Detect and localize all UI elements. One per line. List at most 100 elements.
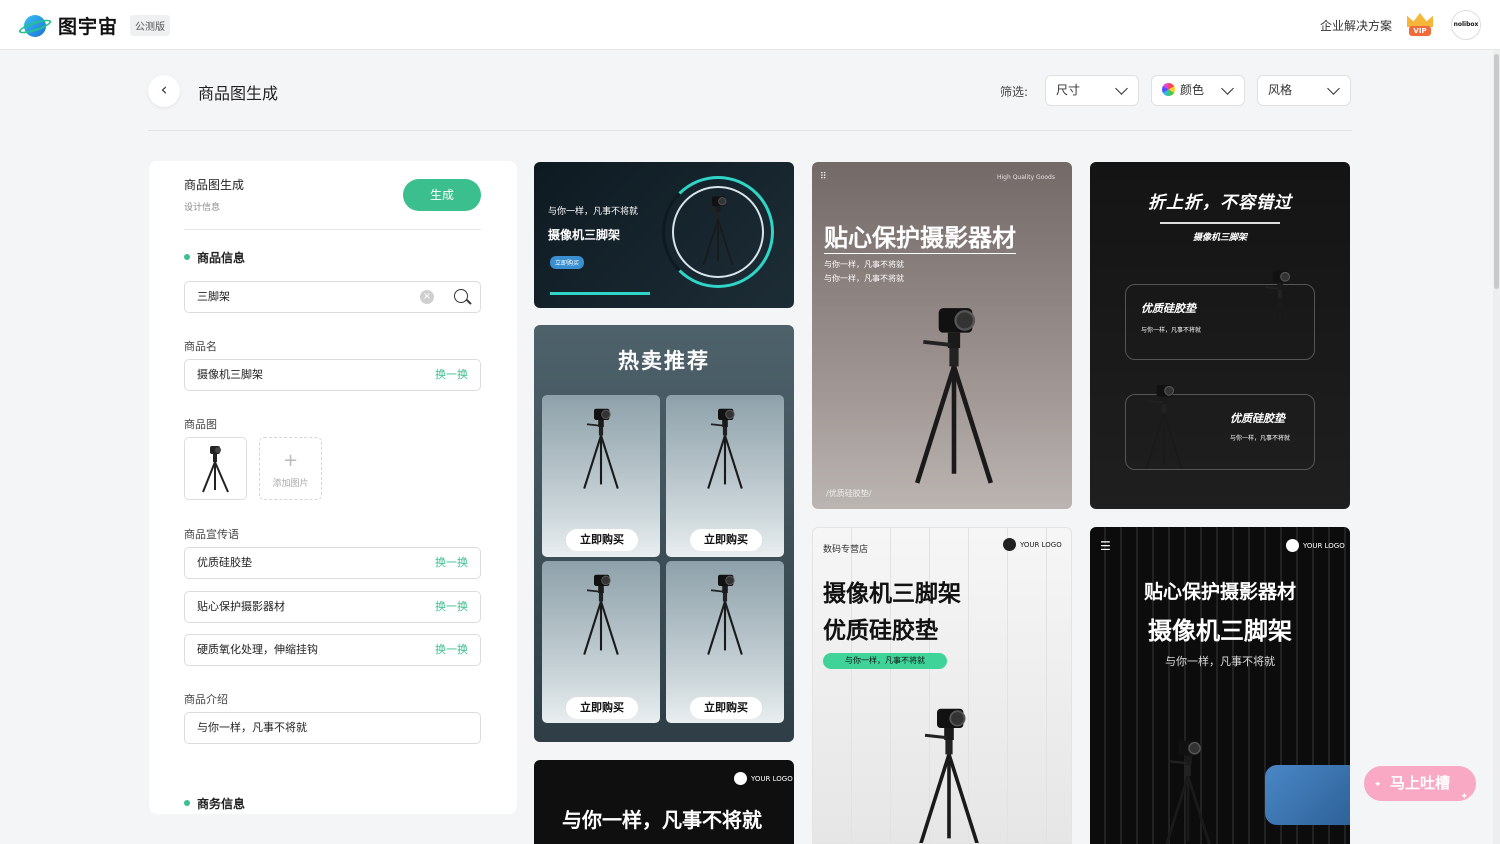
logo-icon [1003,538,1016,551]
logo-text: YOUR LOGO [751,774,793,783]
tripod-image [1258,267,1302,357]
buy-now-button: 立即购买 [566,529,638,551]
feature-box: 优质硅胶垫 与你一样，凡事不将就 [1125,284,1315,360]
template-card[interactable]: ⠿ High Quality Goods 贴心保护摄影器材 与你一样，凡事不将就… [812,162,1072,509]
product-info-heading: 商品信息 [184,249,245,266]
card-pill: 与你一样，凡事不将就 [823,653,947,669]
neon-bar [550,292,650,295]
search-icon[interactable] [454,289,468,303]
tripod-image [580,571,622,657]
slogan-field-2[interactable]: 贴心保护摄影器材 换一换 [184,591,481,623]
logo-text: 图宇宙 [58,16,119,38]
style-filter-label: 风格 [1268,83,1293,97]
brand-logo: YOUR LOGO [1286,539,1345,552]
feedback-label: 马上吐槽 [1389,774,1450,792]
panel-divider [184,229,481,230]
divider-stripe [1160,222,1280,224]
feature-text: 与你一样，凡事不将就 [1141,327,1202,334]
swap-button[interactable]: 换一换 [435,360,468,390]
color-filter-select[interactable]: 颜色 [1151,75,1245,106]
header-divider [148,130,1352,131]
logo[interactable]: 图宇宙 公测版 [17,12,171,39]
product-image-label: 商品图 [184,418,217,431]
menu-icon: ☰ [1100,539,1111,553]
blue-chair [1265,765,1350,825]
card-title: 贴心保护摄影器材 [1143,581,1296,603]
card-line: 与你一样，凡事不将就 [1165,655,1275,668]
size-filter-label: 尺寸 [1056,83,1081,97]
feedback-button[interactable]: ✦ 马上吐槽 ✦ [1364,754,1476,802]
feature-title: 优质硅胶垫 [1230,412,1285,425]
intro-value: 与你一样，凡事不将就 [197,721,307,734]
card-title: 贴心保护摄影器材 [824,218,1016,254]
intro-field[interactable]: 与你一样，凡事不将就 [184,712,481,744]
add-image-button[interactable]: + 添加图片 [259,437,322,500]
template-card[interactable]: 热卖推荐 立即购买 立即购买 立即购买 立即购买 [534,325,794,742]
slogan-field-1[interactable]: 优质硅胶垫 换一换 [184,547,481,579]
color-wheel-icon [1162,83,1175,96]
product-name-value: 摄像机三脚架 [197,368,263,381]
style-filter-select[interactable]: 风格 [1257,75,1351,106]
slogan-field-3[interactable]: 硬质氧化处理，伸缩挂钩 换一换 [184,634,481,666]
business-info-heading: 商务信息 [184,795,245,812]
search-value: 三脚架 [197,290,230,303]
swap-button[interactable]: 换一换 [435,548,468,578]
template-card[interactable]: 折上折，不容错过 摄像机三脚架 优质硅胶垫 与你一样，凡事不将就 优质硅胶垫 与… [1090,162,1350,509]
buy-now-button: 立即购买 [690,697,762,719]
product-search-input[interactable]: 三脚架 × [184,281,481,313]
add-image-label: 添加图片 [272,479,309,489]
chevron-down-icon [1327,82,1340,95]
template-card[interactable]: 数码专营店 YOUR LOGO 摄像机三脚架 优质硅胶垫 与你一样，凡事不将就 [812,527,1072,844]
slogan-value: 优质硅胶垫 [197,556,252,569]
chevron-left-icon: ‹ [160,80,168,100]
tripod-image [1160,737,1216,844]
store-name: 数码专营店 [823,545,869,555]
card-tagline: 与你一样，凡事不将就 [548,207,639,217]
card-title: 折上折，不容错过 [1148,193,1292,213]
card-buy-button: 立即购买 [550,256,585,269]
card-title: 摄像机三脚架 [548,228,621,242]
card-line: 与你一样，凡事不将就 [824,260,904,269]
slogan-value: 贴心保护摄影器材 [197,600,285,613]
swap-button[interactable]: 换一换 [435,635,468,665]
product-image-thumbnail[interactable] [184,437,247,500]
template-card[interactable]: ☰ YOUR LOGO 贴心保护摄影器材 摄像机三脚架 与你一样，凡事不将就 [1090,527,1350,844]
logo-text: YOUR LOGO [1020,540,1062,549]
tripod-image [704,571,746,657]
avatar[interactable]: nolibox [1451,10,1481,40]
back-button[interactable]: ‹ [148,75,180,107]
generate-button[interactable]: 生成 [403,179,481,211]
card-subtitle: 摄像机三脚架 [1192,233,1247,243]
tripod-image [704,405,746,491]
swap-button[interactable]: 换一换 [435,592,468,622]
filter-label: 筛选: [1000,85,1029,99]
brand-logo: YOUR LOGO [1003,538,1062,551]
intro-label: 商品介绍 [184,693,228,706]
size-filter-select[interactable]: 尺寸 [1045,75,1139,106]
card-title: 与你一样，凡事不将就 [562,808,762,832]
clear-icon[interactable]: × [420,290,434,304]
page-scrollbar[interactable] [1493,50,1500,844]
template-card[interactable]: YOUR LOGO 与你一样，凡事不将就 [534,760,794,844]
panel-subtitle: 设计信息 [184,203,221,213]
feature-box: 优质硅胶垫 与你一样，凡事不将就 [1125,394,1315,470]
product-name-field[interactable]: 摄像机三脚架 换一换 [184,359,481,391]
template-card[interactable]: 与你一样，凡事不将就 摄像机三脚架 立即购买 [534,162,794,308]
chevron-down-icon [1221,82,1234,95]
chevron-down-icon [1115,82,1128,95]
tripod-image [908,302,1000,486]
enterprise-solutions-link[interactable]: 企业解决方案 [1320,17,1392,34]
feature-title: 优质硅胶垫 [1141,302,1196,315]
card-footer: /优质硅胶垫/ [826,489,872,498]
panel-title: 商品图生成 [184,178,245,192]
card-subtitle: 摄像机三脚架 [1148,617,1292,645]
color-filter-label: 颜色 [1180,83,1205,97]
card-line: 与你一样，凡事不将就 [824,274,904,283]
logo-text: YOUR LOGO [1303,541,1345,550]
vip-label: VIP [1409,26,1431,36]
tripod-image [700,192,736,268]
card-title: 摄像机三脚架 [823,581,961,607]
vip-crown-icon[interactable]: VIP [1405,13,1435,37]
tripod-image [1142,381,1186,471]
scrollbar-thumb[interactable] [1494,54,1499,289]
